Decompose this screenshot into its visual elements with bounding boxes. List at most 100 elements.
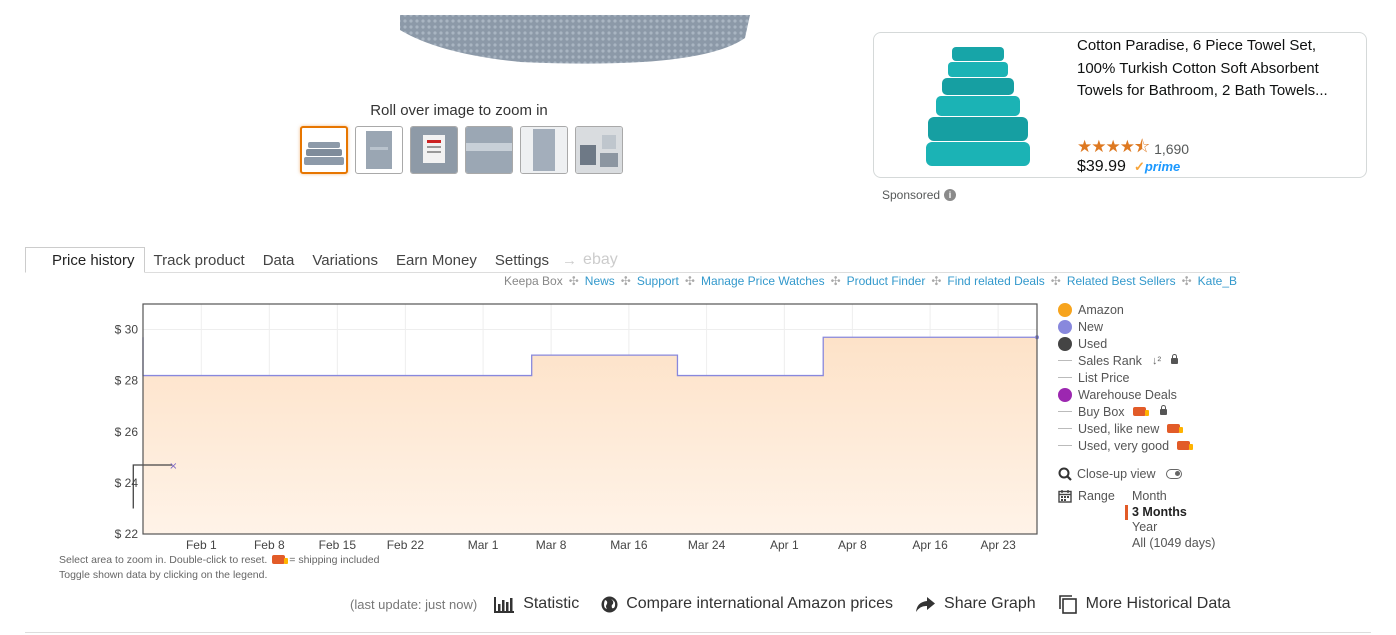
separator-icon: ✣ xyxy=(931,274,942,288)
amazon-dot-icon xyxy=(1058,302,1072,317)
x-tick-label: Mar 24 xyxy=(688,538,726,552)
bar-chart-icon xyxy=(494,596,515,613)
shipping-truck-icon xyxy=(1132,407,1149,416)
info-icon[interactable]: i xyxy=(944,189,957,201)
x-tick-label: Mar 8 xyxy=(536,538,567,552)
legend-amazon[interactable]: Amazon xyxy=(1058,301,1194,318)
sort-icon[interactable]: ↓² xyxy=(1152,355,1161,367)
separator-icon: ✣ xyxy=(568,274,579,288)
link-keepa-box[interactable]: Keepa Box xyxy=(504,274,563,288)
link-find-related-deals[interactable]: Find related Deals xyxy=(947,274,1044,288)
x-tick-label: Mar 1 xyxy=(468,538,499,552)
x-tick-label: Apr 1 xyxy=(770,538,799,552)
legend-warehouse-deals[interactable]: Warehouse Deals xyxy=(1058,386,1194,403)
magnifier-icon xyxy=(1058,467,1072,481)
tab-track-product[interactable]: Track product xyxy=(145,248,254,272)
link-user-account[interactable]: Kate_B xyxy=(1198,274,1237,288)
link-news[interactable]: News xyxy=(585,274,615,288)
sponsored-product-title[interactable]: Cotton Paradise, 6 Piece Towel Set, 100%… xyxy=(1077,35,1357,103)
thumbnail-bathroom[interactable] xyxy=(575,126,623,174)
calendar-icon xyxy=(1058,490,1072,503)
legend-buy-box[interactable]: Buy Box xyxy=(1058,403,1194,420)
keepa-links: Keepa Box ✣ News ✣ Support ✣ Manage Pric… xyxy=(504,274,1237,288)
link-manage-price-watches[interactable]: Manage Price Watches xyxy=(701,274,825,288)
legend-used[interactable]: Used xyxy=(1058,335,1194,352)
statistic-button[interactable]: Statistic xyxy=(493,595,579,613)
legend-new-label: New xyxy=(1078,319,1104,334)
separator-icon: ✣ xyxy=(1181,274,1192,288)
warehouse-dot-icon xyxy=(1058,387,1072,402)
range-option-month[interactable]: Month xyxy=(1132,489,1215,505)
sponsored-product-image[interactable] xyxy=(912,45,1042,169)
legend-amazon-label: Amazon xyxy=(1078,302,1124,317)
compare-international-button[interactable]: Compare international Amazon prices xyxy=(601,595,893,613)
legend-sales-rank-label: Sales Rank xyxy=(1078,353,1142,368)
legend-used-very-good[interactable]: Used, very good xyxy=(1058,437,1194,454)
tab-data[interactable]: Data xyxy=(254,248,304,272)
thumbnail-towel-folded[interactable] xyxy=(355,126,403,174)
range-option-year[interactable]: Year xyxy=(1132,520,1215,536)
x-tick-label: Apr 23 xyxy=(980,538,1016,552)
y-tick-label: $ 22 xyxy=(115,527,139,541)
x-tick-label: Feb 15 xyxy=(319,538,357,552)
separator-icon: ✣ xyxy=(620,274,631,288)
help-zoom-text: Select area to zoom in. Double-click to … xyxy=(59,554,268,566)
share-graph-button[interactable]: Share Graph xyxy=(915,595,1036,613)
globe-icon xyxy=(601,596,618,612)
x-tick-label: Feb 1 xyxy=(186,538,217,552)
separator-icon: ✣ xyxy=(830,274,841,288)
sponsored-label[interactable]: Sponsored i xyxy=(882,188,957,202)
sponsored-product-card[interactable]: Cotton Paradise, 6 Piece Towel Set, 100%… xyxy=(873,32,1367,178)
compare-label: Compare international Amazon prices xyxy=(626,595,894,612)
legend-new[interactable]: New xyxy=(1058,318,1194,335)
legend-used-like-new[interactable]: Used, like new xyxy=(1058,420,1194,437)
price-history-chart[interactable]: × $ 30 $ 28 $ 26 $ 24 $ 22 Feb 1 Feb 8 Feb 15 Feb… xyxy=(0,290,1050,560)
dash-icon xyxy=(1058,411,1072,412)
prime-badge: ✓prime xyxy=(1134,159,1180,175)
tab-price-history[interactable]: Price history xyxy=(25,247,145,273)
y-tick-label: $ 30 xyxy=(115,323,139,337)
link-related-best-sellers[interactable]: Related Best Sellers xyxy=(1067,274,1176,288)
used-dot-icon xyxy=(1058,336,1072,351)
closeup-view-toggle[interactable]: Close-up view xyxy=(1058,467,1182,481)
legend-buy-box-label: Buy Box xyxy=(1078,404,1125,419)
x-tick-label: Mar 16 xyxy=(610,538,648,552)
tab-ebay[interactable]: ebay xyxy=(581,247,627,272)
prime-check-icon: ✓ xyxy=(1133,159,1145,174)
more-historical-data-button[interactable]: More Historical Data xyxy=(1058,594,1231,614)
tab-variations[interactable]: Variations xyxy=(303,248,387,272)
data-point-marker: × xyxy=(169,461,177,472)
separator-icon: ✣ xyxy=(684,274,695,288)
keepa-footer: (last update: just now) Statistic Compar… xyxy=(350,594,1253,614)
y-tick-label: $ 26 xyxy=(115,425,139,439)
x-tick-label: Feb 8 xyxy=(254,538,285,552)
legend-list-price[interactable]: List Price xyxy=(1058,369,1194,386)
shipping-truck-icon xyxy=(272,555,289,564)
thumbnail-towel-closeup[interactable] xyxy=(465,126,513,174)
tab-settings[interactable]: Settings xyxy=(486,248,558,272)
link-support[interactable]: Support xyxy=(637,274,679,288)
range-label: Range xyxy=(1078,489,1115,503)
legend-sales-rank[interactable]: Sales Rank ↓² xyxy=(1058,352,1194,369)
series-area-new xyxy=(143,337,1037,534)
range-option-3-months[interactable]: 3 Months xyxy=(1125,504,1215,520)
tab-earn-money[interactable]: Earn Money xyxy=(387,248,486,272)
rating-count[interactable]: 1,690 xyxy=(1154,141,1189,157)
prime-label: prime xyxy=(1144,159,1181,174)
thumbnail-towel-hanging[interactable] xyxy=(520,126,568,174)
thumbnail-towel-stack[interactable] xyxy=(300,126,348,174)
divider xyxy=(25,632,1371,633)
y-tick-label: $ 28 xyxy=(115,374,139,388)
range-options: Month 3 Months Year All (1049 days) xyxy=(1125,489,1215,552)
share-label: Share Graph xyxy=(944,595,1036,612)
dash-icon xyxy=(1058,428,1072,429)
page: Roll over image to zoom in Cotton Paradi… xyxy=(0,0,1396,635)
help-shipping-text: = shipping included xyxy=(289,554,380,566)
thumbnail-label[interactable] xyxy=(410,126,458,174)
more-historical-label: More Historical Data xyxy=(1085,595,1231,612)
x-tick-label: Feb 22 xyxy=(387,538,425,552)
range-option-all[interactable]: All (1049 days) xyxy=(1132,536,1215,552)
toggle-switch-icon[interactable] xyxy=(1165,469,1182,479)
link-product-finder[interactable]: Product Finder xyxy=(847,274,926,288)
share-icon xyxy=(916,596,936,612)
